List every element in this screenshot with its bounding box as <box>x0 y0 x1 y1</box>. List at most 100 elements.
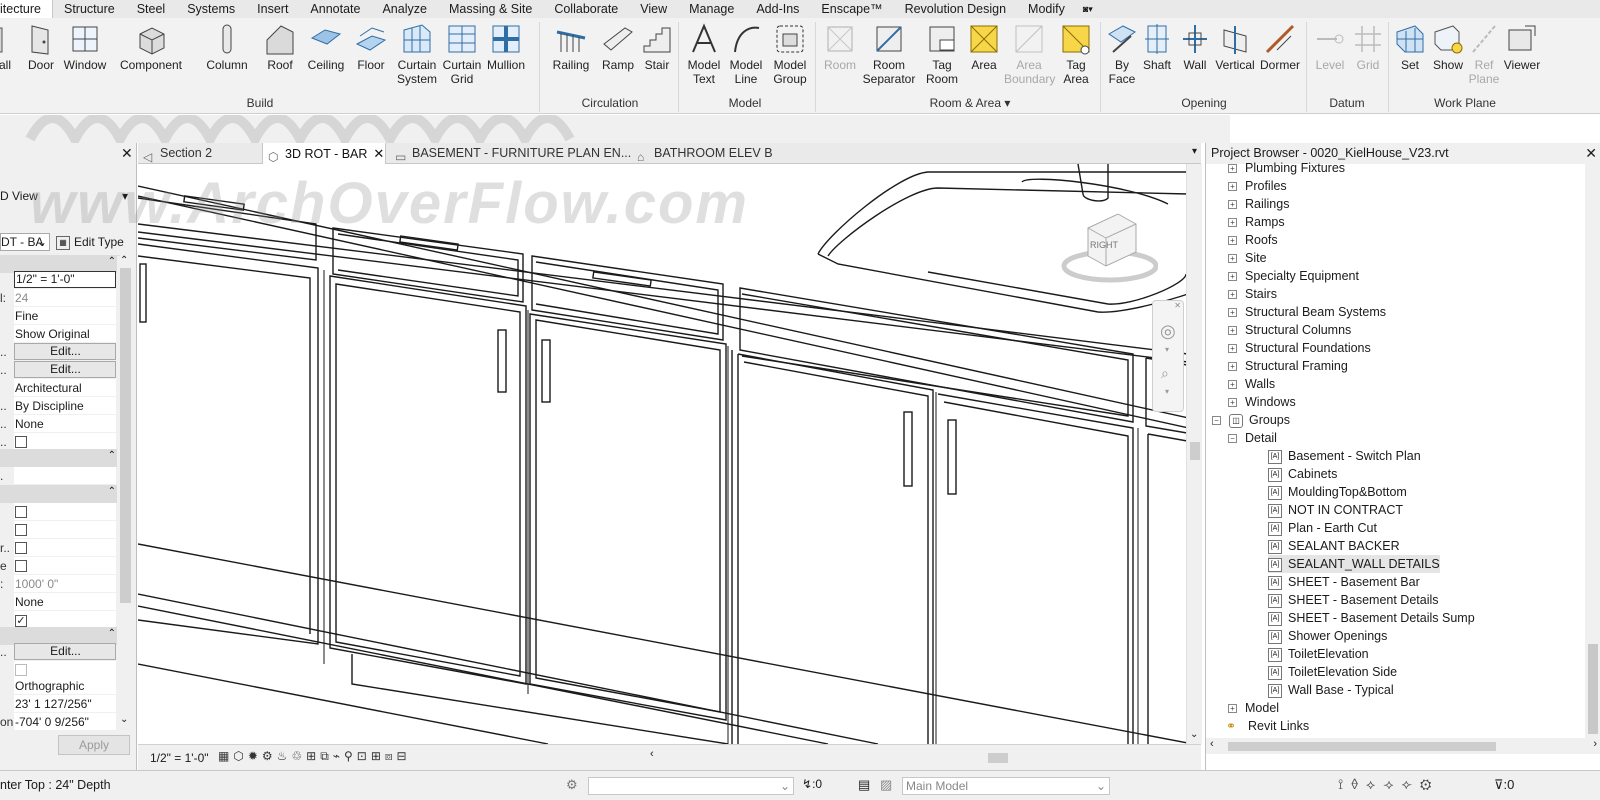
tree-item-family[interactable]: + Site <box>1228 249 1267 267</box>
grid-button[interactable]: Grid <box>1350 22 1386 72</box>
prop-row-scale[interactable]: 1/2" = 1'-0" <box>0 271 120 289</box>
scroll-down-icon[interactable]: ⌄ <box>1190 729 1198 740</box>
mullion-button[interactable]: Mullion <box>484 22 528 72</box>
main-model-icon[interactable]: ▨ <box>880 777 892 793</box>
expand-icon[interactable]: + <box>1228 362 1237 372</box>
tree-item-family[interactable]: + Structural Beam Systems <box>1228 303 1386 321</box>
expand-icon[interactable]: + <box>1228 200 1237 210</box>
apply-button[interactable]: Apply <box>58 735 130 755</box>
scrollbar-thumb[interactable] <box>1228 742 1496 751</box>
chevron-down-icon[interactable]: ▾ <box>1165 387 1169 396</box>
component-button[interactable]: Component <box>118 22 184 72</box>
prop-row-detail-level[interactable]: Fine <box>0 307 120 325</box>
expand-icon[interactable]: + <box>1228 398 1237 408</box>
prop-row-projection-mode[interactable]: Orthographic <box>0 677 120 695</box>
by-face-button[interactable]: By Face <box>1104 22 1140 86</box>
browser-horizontal-scrollbar[interactable]: ‹ › <box>1206 738 1600 754</box>
browser-vertical-scrollbar[interactable] <box>1585 164 1600 738</box>
wall-opening-button[interactable]: Wall <box>1178 22 1212 72</box>
view-cube[interactable]: RIGHT <box>1058 208 1159 291</box>
tab-bathroom-elev-b[interactable]: ⌂ BATHROOM ELEV B <box>632 143 773 164</box>
tree-item-detail-group[interactable]: [A] Plan - Earth Cut <box>1268 519 1377 537</box>
tree-item-detail-group[interactable]: [A] Cabinets <box>1268 465 1337 483</box>
view-control-icons[interactable]: ▦⬡✹⚙♨♲⊞⧉⌁⚲⊡⊞⧇⊟ <box>218 749 411 764</box>
canvas-vertical-scrollbar[interactable]: ⌄ <box>1186 164 1202 744</box>
prop-row-underlay[interactable]: . <box>0 467 120 485</box>
expand-icon[interactable]: + <box>1228 326 1237 336</box>
properties-scrollbar[interactable]: ⌃ ⌄ <box>117 255 134 725</box>
close-tab-icon[interactable]: ✕ <box>373 146 384 161</box>
type-label-row[interactable]: D View ▾ <box>0 187 134 205</box>
tab-massing-site[interactable]: Massing & Site <box>438 0 543 18</box>
room-button[interactable]: Room <box>820 22 860 72</box>
scrollbar-thumb[interactable] <box>120 268 131 603</box>
vertical-button[interactable]: Vertical <box>1214 22 1256 72</box>
expand-icon[interactable]: + <box>1228 380 1237 390</box>
tree-item-family[interactable]: + Stairs <box>1228 285 1277 303</box>
tree-item-detail[interactable]: − Detail <box>1228 429 1277 447</box>
area-button[interactable]: Area <box>966 22 1002 72</box>
curtain-system-button[interactable]: Curtain System <box>394 22 440 86</box>
tab-structure[interactable]: Structure <box>53 0 126 18</box>
show-button[interactable]: Show <box>1430 22 1466 72</box>
prop-row-graphic-display[interactable]: .. Edit... <box>0 361 120 379</box>
expand-icon[interactable]: + <box>1228 290 1237 300</box>
tree-item-detail-group[interactable]: [A] ToiletElevation Side <box>1268 663 1397 681</box>
checkbox[interactable] <box>15 436 27 448</box>
tab-add-ins[interactable]: Add-Ins <box>745 0 810 18</box>
zoom-icon[interactable]: ⌕ <box>1161 365 1169 382</box>
prop-row-sun-path[interactable]: .. None <box>0 415 120 433</box>
prop-row-eye-elevation[interactable]: 23' 1 127/256" <box>0 695 120 713</box>
tab-annotate[interactable]: Annotate <box>299 0 371 18</box>
checkbox[interactable] <box>15 664 27 676</box>
expand-icon[interactable]: + <box>1228 272 1237 282</box>
editable-only-icon[interactable]: ↯:0 <box>802 777 822 791</box>
tab-analyze[interactable]: Analyze <box>371 0 437 18</box>
tab-architecture[interactable]: itecture <box>0 0 53 18</box>
scroll-right-icon[interactable]: › <box>1593 738 1597 750</box>
tree-item-detail-group[interactable]: [A] SHEET - Basement Bar <box>1268 573 1420 591</box>
prop-row-show-hidden-lines[interactable]: .. By Discipline <box>0 397 120 415</box>
tab-steel[interactable]: Steel <box>126 0 177 18</box>
tree-item-model[interactable]: + Model <box>1228 699 1279 717</box>
model-text-button[interactable]: Model Text <box>684 22 724 86</box>
section-header[interactable]: ⌃ <box>0 449 120 467</box>
wall-button[interactable]: all <box>0 22 20 72</box>
expand-icon[interactable]: + <box>1228 704 1237 714</box>
tab-collaborate[interactable]: Collaborate <box>543 0 629 18</box>
expand-icon[interactable]: + <box>1228 164 1237 174</box>
design-options-icon[interactable]: ▤ <box>858 777 870 793</box>
tree-item-family[interactable]: + Windows <box>1228 393 1296 411</box>
scroll-down-icon[interactable]: ⌄ <box>120 714 128 725</box>
tree-item-family[interactable]: + Structural Columns <box>1228 321 1351 339</box>
tab-basement-furniture-plan[interactable]: ▭ BASEMENT - FURNITURE PLAN EN... <box>390 143 631 164</box>
prop-row-crop-view[interactable] <box>0 503 120 521</box>
close-icon[interactable]: ✕ <box>1585 143 1597 164</box>
worksets-icon[interactable]: ⚙ <box>566 777 578 793</box>
tab-modify[interactable]: Modify <box>1017 0 1076 18</box>
area-boundary-button[interactable]: Area Boundary <box>1004 22 1055 86</box>
model-line-button[interactable]: Model Line <box>726 22 766 86</box>
prop-row-scope-box[interactable]: None <box>0 593 120 611</box>
level-button[interactable]: Level <box>1312 22 1348 72</box>
tree-item-detail-group[interactable]: [A] SEALANT BACKER <box>1268 537 1400 555</box>
prop-row-camera-settings[interactable]: .. Edit... <box>0 643 120 661</box>
tag-area-button[interactable]: Tag Area <box>1056 22 1096 86</box>
view-selector-dropdown[interactable]: DT - BA ⌄ <box>0 233 50 251</box>
tree-item-family[interactable]: + Profiles <box>1228 177 1287 195</box>
tree-item-family[interactable]: + Structural Framing <box>1228 357 1348 375</box>
scrollbar-thumb[interactable] <box>1190 442 1200 460</box>
checkbox[interactable] <box>15 560 27 572</box>
column-button[interactable]: Column <box>204 22 250 72</box>
edit-type-button[interactable]: ▦ Edit Type <box>56 231 132 253</box>
prop-row-annotation-crop[interactable]: r.. <box>0 539 120 557</box>
scrollbar-thumb[interactable] <box>1588 644 1598 734</box>
tree-item-detail-group[interactable]: [A] SHEET - Basement Details <box>1268 591 1439 609</box>
tree-item-family[interactable]: + Roofs <box>1228 231 1278 249</box>
expand-icon[interactable]: + <box>1228 308 1237 318</box>
prop-row-discipline[interactable]: Architectural <box>0 379 120 397</box>
tree-item-family[interactable]: + Structural Foundations <box>1228 339 1371 357</box>
close-icon[interactable]: ✕ <box>1174 301 1181 310</box>
checkbox[interactable] <box>15 524 27 536</box>
design-option-dropdown[interactable]: Main Model ⌄ <box>902 777 1110 795</box>
